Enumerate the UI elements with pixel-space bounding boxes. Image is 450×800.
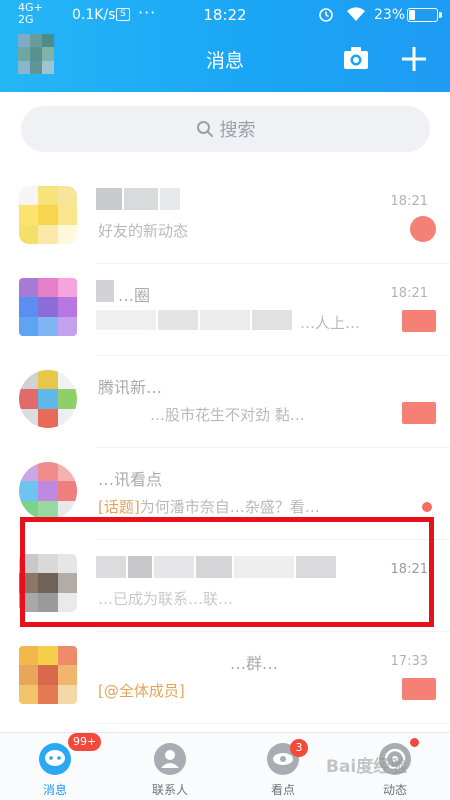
tab-contacts[interactable]: 联系人: [125, 733, 215, 800]
conversation-avatar: [19, 646, 77, 704]
conversation-time: 18:21: [390, 194, 428, 209]
tab-label: 看点: [270, 783, 295, 797]
tab-label: 消息: [42, 783, 67, 797]
message-tag: [话题]: [98, 498, 140, 516]
unread-dot: [422, 502, 432, 512]
battery-percent: 23%: [374, 7, 406, 23]
conversation-name: …讯看点: [98, 470, 163, 489]
message-redacted: [96, 310, 292, 330]
wifi-icon: [347, 7, 365, 21]
conversation-list: 好友的新动态 18:21 …圈 …人上… 18:21 腾讯新… …股市花生不对劲: [0, 172, 450, 732]
conversation-preview: 好友的新动态: [98, 222, 189, 240]
kandian-badge: 3: [290, 739, 308, 757]
tab-label: 动态: [382, 783, 407, 797]
highlight-annotation: [20, 517, 434, 627]
conversation-name: …群…: [230, 654, 279, 673]
message-tag: [@全体成员]: [98, 682, 185, 700]
conversation-time: 17:33: [390, 654, 428, 669]
message-tab-icon: [39, 743, 71, 775]
conversation-avatar: [19, 462, 77, 520]
name-redacted: [96, 188, 180, 210]
tab-messages[interactable]: 99+ 消息: [10, 733, 102, 800]
conversation-item[interactable]: [0, 724, 450, 732]
unread-badge: [402, 310, 436, 332]
search-input[interactable]: 搜索: [21, 106, 430, 152]
conversation-preview: …股市花生不对劲 黏…: [150, 406, 305, 424]
message-badge: 99+: [68, 733, 102, 751]
plus-icon[interactable]: [401, 46, 427, 72]
conversation-avatar: [19, 278, 77, 336]
conversation-item[interactable]: …圈 …人上… 18:21: [0, 264, 450, 356]
search-icon: [196, 121, 213, 137]
unread-badge: [402, 402, 436, 424]
message-body: 为何潘市奈自…杂盛？看…: [139, 498, 320, 516]
conversation-preview: [@全体成员]: [98, 680, 185, 701]
conversation-name: …圈: [118, 286, 151, 305]
search-placeholder: 搜索: [219, 120, 256, 141]
unread-badge: [410, 216, 436, 242]
conversation-preview: …人上…: [300, 314, 361, 332]
unread-badge: [402, 678, 436, 700]
conversation-time: 18:21: [390, 286, 428, 301]
conversation-item[interactable]: 好友的新动态 18:21: [0, 172, 450, 264]
app-header: 4G+ 2G 0.1K/s S ··· 18:22 23% 消息: [0, 0, 450, 92]
page-title: 消息: [205, 50, 244, 72]
alarm-icon: [319, 8, 333, 22]
contacts-tab-icon: [154, 743, 186, 775]
conversation-avatar: [19, 186, 77, 244]
conversation-item[interactable]: 腾讯新… …股市花生不对劲 黏…: [0, 356, 450, 448]
battery-icon: [407, 8, 442, 22]
conversation-name: 腾讯新…: [98, 378, 163, 397]
feeds-red-dot: [410, 738, 419, 747]
tab-kandian[interactable]: 3 看点: [238, 733, 328, 800]
tab-label: 联系人: [151, 783, 188, 797]
name-redacted: [96, 280, 114, 302]
watermark: Bai度经验: [326, 757, 408, 777]
conversation-avatar: [19, 370, 77, 428]
camera-icon[interactable]: [343, 46, 369, 70]
status-bar: 4G+ 2G 0.1K/s S ··· 18:22 23%: [0, 0, 450, 30]
conversation-item[interactable]: …群… [@全体成员] 17:33: [0, 632, 450, 724]
conversation-preview: [话题]为何潘市奈自…杂盛？看…: [98, 496, 320, 517]
